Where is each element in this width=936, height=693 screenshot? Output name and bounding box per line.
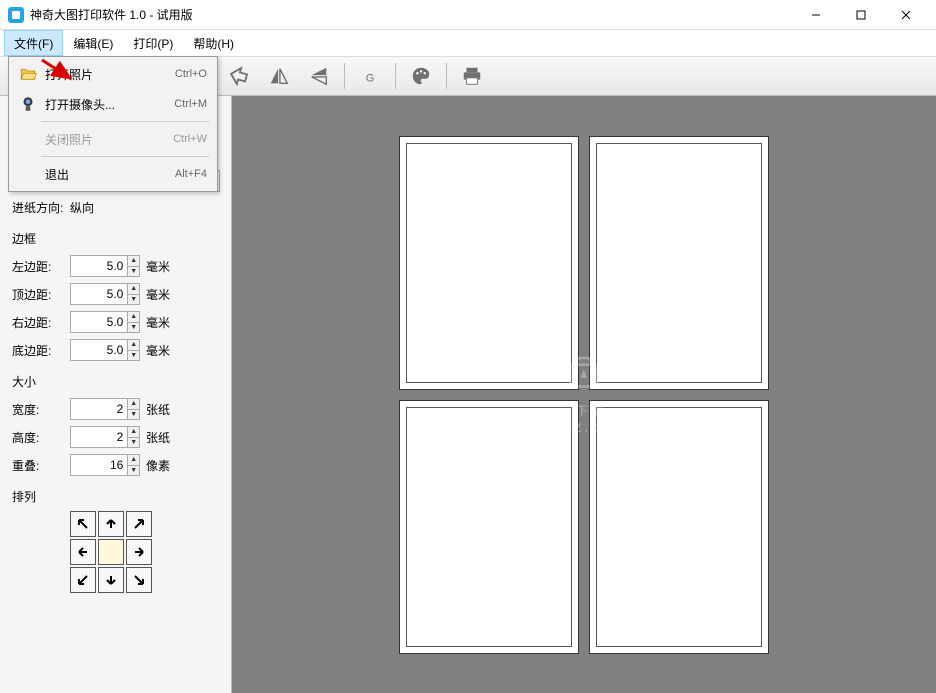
maximize-button[interactable]	[838, 1, 883, 29]
file-menu-dropdown: 打开照片 Ctrl+O 打开摄像头... Ctrl+M 关闭照片 Ctrl+W …	[8, 56, 218, 192]
height-input[interactable]: ▲▼	[70, 426, 140, 448]
feed-dir-value: 纵向	[70, 199, 219, 216]
canvas: 安下载 anxz.com	[232, 96, 936, 693]
arrange-ne[interactable]	[126, 511, 152, 537]
svg-text:G: G	[366, 73, 375, 85]
arrange-se[interactable]	[126, 567, 152, 593]
size-header: 大小	[12, 373, 219, 390]
border-header: 边框	[12, 230, 219, 247]
arrange-e[interactable]	[126, 539, 152, 565]
arrange-n[interactable]	[98, 511, 124, 537]
rotate-right-icon[interactable]	[222, 61, 256, 91]
menu-edit[interactable]: 编辑(E)	[63, 30, 123, 56]
page-preview	[589, 400, 769, 654]
margin-bottom-label: 底边距:	[12, 342, 70, 359]
app-icon	[8, 7, 24, 23]
arrange-sw[interactable]	[70, 567, 96, 593]
print-icon[interactable]	[455, 61, 489, 91]
margin-left-label: 左边距:	[12, 258, 70, 275]
margin-left-input[interactable]: ▲▼	[70, 255, 140, 277]
margin-top-label: 顶边距:	[12, 286, 70, 303]
window-title: 神奇大图打印软件 1.0 - 试用版	[30, 6, 793, 23]
arrange-nw[interactable]	[70, 511, 96, 537]
folder-open-icon	[17, 65, 39, 83]
page-preview	[589, 136, 769, 390]
grayscale-icon[interactable]: G	[353, 61, 387, 91]
camera-icon	[17, 95, 39, 113]
flip-vertical-icon[interactable]	[302, 61, 336, 91]
arrange-w[interactable]	[70, 539, 96, 565]
margin-top-input[interactable]: ▲▼	[70, 283, 140, 305]
margin-right-label: 右边距:	[12, 314, 70, 331]
palette-icon[interactable]	[404, 61, 438, 91]
menu-close-photo: 关闭照片 Ctrl+W	[11, 124, 215, 154]
arrange-center[interactable]	[98, 539, 124, 565]
width-input[interactable]: ▲▼	[70, 398, 140, 420]
arrange-header: 排列	[12, 488, 219, 505]
overlap-input[interactable]: ▲▼	[70, 454, 140, 476]
menu-print[interactable]: 打印(P)	[123, 30, 183, 56]
menu-open-camera[interactable]: 打开摄像头... Ctrl+M	[11, 89, 215, 119]
margin-right-input[interactable]: ▲▼	[70, 311, 140, 333]
arrange-s[interactable]	[98, 567, 124, 593]
menu-file[interactable]: 文件(F)	[4, 30, 63, 56]
height-label: 高度:	[12, 429, 70, 446]
page-preview	[399, 400, 579, 654]
menu-exit[interactable]: 退出 Alt+F4	[11, 159, 215, 189]
close-button[interactable]	[883, 1, 928, 29]
overlap-label: 重叠:	[12, 457, 70, 474]
page-preview	[399, 136, 579, 390]
flip-horizontal-icon[interactable]	[262, 61, 296, 91]
width-label: 宽度:	[12, 401, 70, 418]
arrange-grid	[70, 511, 219, 593]
margin-bottom-input[interactable]: ▲▼	[70, 339, 140, 361]
menu-help[interactable]: 帮助(H)	[183, 30, 244, 56]
minimize-button[interactable]	[793, 1, 838, 29]
menu-open-photo[interactable]: 打开照片 Ctrl+O	[11, 59, 215, 89]
feed-dir-label: 进纸方向:	[12, 199, 70, 216]
